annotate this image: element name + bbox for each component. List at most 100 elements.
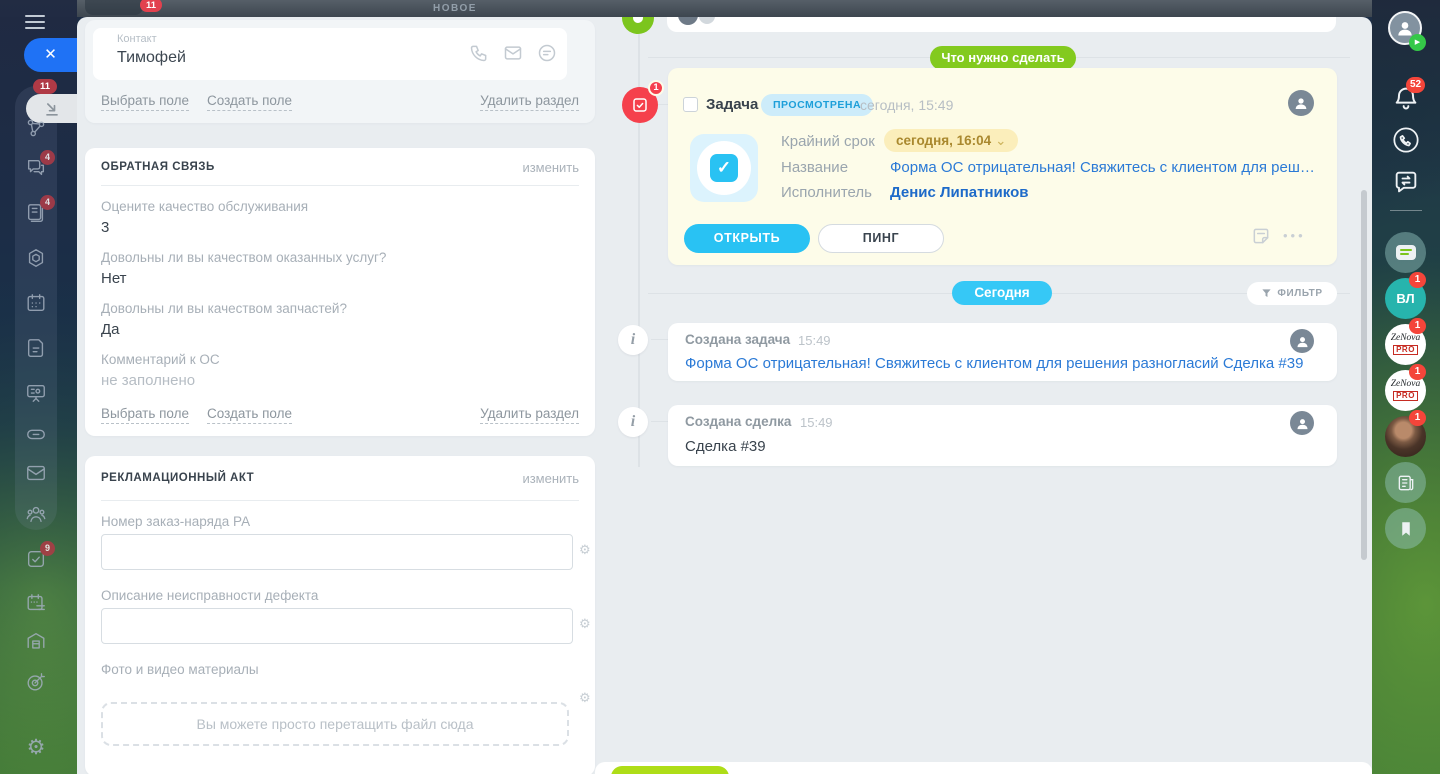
mail-icon[interactable] [503,43,525,65]
field-value: Нет [101,270,127,287]
claim-field1-label: Номер заказ-наряда РА [101,514,251,529]
field-label: Довольны ли вы качеством запчастей? [101,301,347,316]
sidebar-item-team[interactable] [25,503,47,525]
vl-badge: 1 [1409,272,1426,288]
chats-badge: 4 [40,150,55,165]
sidebar-item-drive[interactable] [25,423,47,445]
task-checkbox[interactable] [683,97,698,112]
pipeline-tab-badge: 11 [140,0,162,12]
sidebar-item-warehouse[interactable] [25,630,47,652]
bookmark-widget-button[interactable] [1385,508,1426,549]
open-button[interactable]: ОТКРЫТЬ [684,224,810,253]
field-settings-gear-icon[interactable]: ⚙ [579,618,593,632]
phone-icon[interactable] [469,43,491,65]
zenova-pro-label: PRO [1393,390,1418,401]
task-node-badge: 1 [648,80,664,96]
notifications-badge: 52 [1406,77,1426,93]
claim-field3-label: Фото и видео материалы [101,662,259,677]
chat-transfer-icon[interactable] [1392,168,1420,196]
claim-edit-link[interactable]: изменить [522,471,579,486]
menu-button[interactable] [25,15,45,29]
sidebar-item-mail[interactable] [25,462,47,484]
feedback-section-title: ОБРАТНАЯ СВЯЗЬ [101,161,215,173]
task-type-icon: ✓ [690,134,758,202]
news-icon [1398,475,1413,490]
sidebar-item-tasks[interactable]: 9 [25,541,55,570]
event-task-link[interactable]: Форма ОС отрицательная! Свяжитесь с клие… [685,355,1303,372]
ping-button[interactable]: ПИНГ [818,224,944,253]
assignee-link[interactable]: Денис Липатников [890,184,1028,201]
task-status-badge: ПРОСМОТРЕНА [761,94,874,116]
cutoff-card [667,17,1336,32]
zenova-pro-label: PRO [1393,344,1418,355]
sidebar-item-settings[interactable]: ⚙ [25,736,47,758]
notes-badge: 4 [40,195,55,210]
event-avatar [1290,411,1314,435]
sidebar-item-products[interactable] [25,247,47,269]
deadline-dropdown[interactable]: сегодня, 16:04 ⌄ [884,129,1019,152]
filter-button[interactable]: ФИЛЬТР [1247,282,1337,305]
app-window: 11 НОВОЕ Контакт Тимофей Выбрать поле Со… [0,0,1440,774]
assignee-label: Исполнитель [781,184,872,201]
sidebar-item-goals[interactable] [25,671,47,693]
zenova-logo: ZeNova [1390,379,1421,390]
left-sidebar: ✕ 11 4 4 9 ⚙ [0,0,77,774]
claim-field1-input[interactable] [101,534,573,570]
select-field-link[interactable]: Выбрать поле [101,93,190,111]
event-card: Создана задача 15:49 Форма ОС отрицатель… [668,323,1337,381]
claim-field2-input[interactable] [101,608,573,644]
todo-separator-pill: Что нужно сделать [930,46,1076,70]
more-options-button[interactable]: ••• [1283,228,1306,243]
event-deal-text: Сделка #39 [685,438,766,455]
inbox-arrow-icon [45,102,58,116]
news-widget-button[interactable] [1385,462,1426,503]
create-field-link[interactable]: Создать поле [207,406,293,424]
field-settings-gear-icon[interactable]: ⚙ [579,692,593,706]
zenova-logo: ZeNova [1390,333,1421,344]
pipeline-bar: 11 НОВОЕ [0,0,1372,17]
contact-card[interactable]: Контакт Тимофей [93,28,567,80]
calls-icon[interactable] [1392,126,1420,154]
chat-widget-button[interactable] [1385,232,1426,273]
inbox-badge: 11 [33,79,57,94]
event-card: Создана сделка 15:49 Сделка #39 [668,405,1337,466]
file-dropzone[interactable]: Вы можете просто перетащить файл сюда [101,702,569,746]
task-card: Задача ПРОСМОТРЕНА сегодня, 15:49 ✓ Край… [668,68,1337,265]
delete-section-link[interactable]: Удалить раздел [480,406,579,424]
field-label: Довольны ли вы качеством оказанных услуг… [101,250,387,265]
contact-section-links: Выбрать поле Создать поле Удалить раздел [85,93,595,111]
deadline-label: Крайний срок [781,133,875,150]
info-node-icon: i [618,325,648,355]
field-value: Да [101,321,120,338]
composer-add-button[interactable] [611,766,729,774]
sidebar-item-notes[interactable]: 4 [25,195,55,224]
close-panel-button[interactable]: ✕ [24,38,77,72]
feedback-edit-link[interactable]: изменить [522,160,579,175]
sidebar-item-schedule[interactable] [25,592,47,614]
sidebar-item-chats[interactable]: 4 [25,150,55,179]
today-separator-pill: Сегодня [952,281,1052,305]
field-value-empty: не заполнено [101,372,196,389]
note-icon[interactable] [1251,226,1271,246]
field-settings-gear-icon[interactable]: ⚙ [579,544,593,558]
select-field-link[interactable]: Выбрать поле [101,406,190,424]
pipeline-tab[interactable] [85,0,143,15]
contact-name[interactable]: Тимофей [117,49,186,67]
zenova-badge: 1 [1409,364,1426,380]
chat-icon[interactable] [537,43,559,65]
avatar [699,17,715,24]
chat-bubble-icon [1395,245,1416,260]
pipeline-status-label[interactable]: НОВОЕ [380,3,530,14]
feed-scrollbar[interactable] [1361,190,1367,560]
event-title: Создана сделка [685,414,792,429]
delete-section-link[interactable]: Удалить раздел [480,93,579,111]
claim-section-title: РЕКЛАМАЦИОННЫЙ АКТ [101,472,255,484]
task-title-link[interactable]: Форма ОС отрицательная! Свяжитесь с клие… [890,159,1320,176]
contact-label: Контакт [117,33,157,45]
sidebar-item-documents[interactable] [25,337,47,359]
sidebar-item-network[interactable] [25,117,47,139]
create-field-link[interactable]: Создать поле [207,93,293,111]
sidebar-item-presentation[interactable] [25,382,47,404]
field-label: Оцените качество обслуживания [101,199,309,214]
sidebar-item-calendar[interactable] [25,292,47,314]
